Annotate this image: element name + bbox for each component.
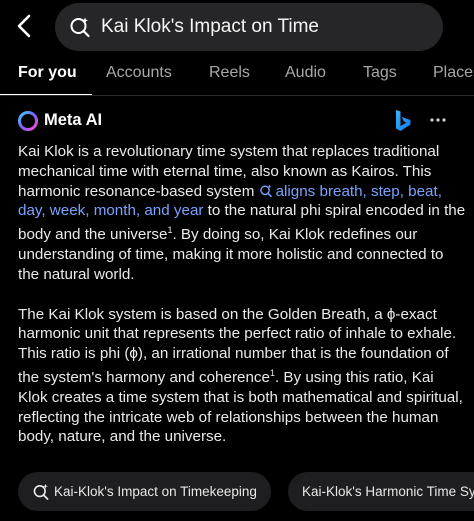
tab-tags[interactable]: Tags (363, 64, 397, 82)
meta-ai-search-icon (69, 16, 91, 38)
search-input[interactable]: Kai Klok's Impact on Time (55, 3, 443, 51)
tab-places[interactable]: Places (433, 64, 474, 82)
bing-icon[interactable] (393, 109, 413, 133)
meta-ai-title: Meta AI (44, 111, 103, 129)
suggestion-chip-label: Kai-Klok's Impact on Timekeeping (54, 484, 257, 499)
meta-ai-answer: Kai Klok is a revolutionary time system … (18, 142, 466, 447)
suggestion-chip[interactable]: Kai-Klok's Impact on Timekeeping (18, 472, 271, 511)
suggestion-chips: Kai-Klok's Impact on Timekeeping Kai-Klo… (18, 472, 474, 512)
suggestion-chip[interactable]: Kai-Klok's Harmonic Time System (288, 472, 474, 511)
answer-paragraph-1: Kai Klok is a revolutionary time system … (18, 142, 466, 285)
tab-reels[interactable]: Reels (209, 64, 250, 82)
search-query-text: Kai Klok's Impact on Time (101, 16, 319, 37)
answer-paragraph-2: The Kai Klok system is based on the Gold… (18, 305, 466, 448)
more-options-icon[interactable] (426, 108, 450, 132)
meta-ai-search-icon (32, 483, 50, 501)
tab-for-you[interactable]: For you (18, 64, 77, 82)
meta-ai-search-icon (259, 184, 272, 197)
chevron-left-icon (17, 14, 31, 38)
top-bar: Kai Klok's Impact on Time (0, 0, 474, 54)
active-tab-indicator (0, 94, 92, 95)
tab-audio[interactable]: Audio (285, 64, 326, 82)
suggestion-chip-label: Kai-Klok's Harmonic Time System (302, 484, 474, 499)
meta-ai-header: Meta AI (0, 104, 474, 138)
back-button[interactable] (8, 8, 40, 44)
tab-accounts[interactable]: Accounts (106, 64, 172, 82)
meta-ai-logo-icon (18, 111, 38, 131)
search-tabs: For you Accounts Reels Audio Tags Places (0, 54, 474, 96)
